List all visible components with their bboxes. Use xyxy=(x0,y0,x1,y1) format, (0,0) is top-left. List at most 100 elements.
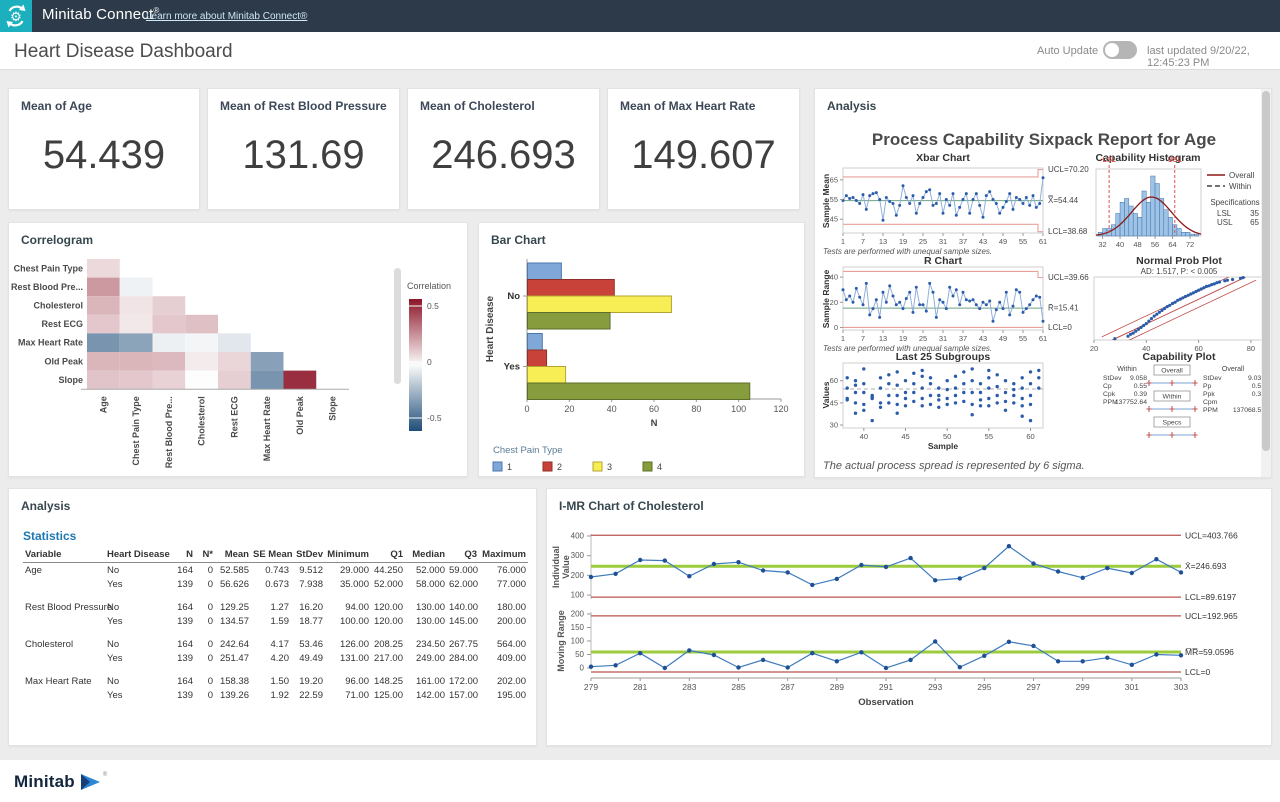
last25-point xyxy=(954,394,957,397)
last25-point xyxy=(929,382,932,385)
imr-i-point xyxy=(1130,571,1134,575)
imr-mr-point xyxy=(1105,656,1109,660)
corr-row-label: Rest Blood Pre... xyxy=(11,282,83,292)
auto-update-label: Auto Update xyxy=(1037,45,1098,57)
stats-cell: No xyxy=(105,674,171,688)
imr-x-tick: 287 xyxy=(781,682,795,692)
last25-point xyxy=(904,379,907,382)
xbar-point xyxy=(892,202,895,205)
last25-point xyxy=(871,419,874,422)
hist-bar xyxy=(1155,184,1159,237)
stats-cell: 96.00 xyxy=(325,674,371,688)
bar xyxy=(528,280,615,297)
kpi-card-mean-chol: Mean of Cholesterol 246.693 xyxy=(407,88,600,210)
stats-cell: 251.47 xyxy=(215,651,251,665)
rchart-point xyxy=(845,298,848,301)
last25-point xyxy=(946,388,949,391)
bar-x-label: N xyxy=(651,418,658,429)
legend-swatch xyxy=(643,462,652,471)
last25-point xyxy=(896,412,899,415)
auto-update-toggle[interactable] xyxy=(1103,41,1137,59)
imr-mr-lcl-label: LCL=0 xyxy=(1185,667,1211,677)
stats-cell: 58.000 xyxy=(405,577,447,591)
last25-point xyxy=(1029,370,1032,373)
hist-legend-within: Within xyxy=(1229,182,1251,191)
stats-cell: 164 xyxy=(171,600,195,614)
analysis-sixpack-panel: Analysis Process Capability Sixpack Repo… xyxy=(814,88,1272,478)
rchart-point xyxy=(918,303,921,306)
prob-x-tick: 20 xyxy=(1090,344,1098,353)
imr-i-point xyxy=(859,563,863,567)
panel-scrollbar-thumb[interactable] xyxy=(1262,91,1270,451)
prob-point xyxy=(1150,317,1153,320)
corr-cell xyxy=(87,259,120,278)
rchart-point xyxy=(905,297,908,300)
table-spacer xyxy=(23,591,528,600)
last25-point xyxy=(862,382,865,385)
xbar-x-tick: 61 xyxy=(1039,237,1047,246)
rchart-point xyxy=(962,291,965,294)
correlogram-scrollbar-thumb[interactable] xyxy=(394,268,401,384)
learn-more-link[interactable]: Learn more about Minitab Connect® xyxy=(146,11,307,22)
imr-mr-point xyxy=(638,651,642,655)
rchart-lcl-label: LCL=0 xyxy=(1048,323,1072,332)
stats-cell: 267.75 xyxy=(447,637,479,651)
stats-cell: Yes xyxy=(105,577,171,591)
xbar-x-tick: 37 xyxy=(959,237,967,246)
last25-point xyxy=(896,394,899,397)
sixpack-report-chart: Process Capability Sixpack Report for Ag… xyxy=(815,89,1271,477)
xbar-point xyxy=(908,202,911,205)
table-row: Yes1390134.571.5918.77100.00120.00130.00… xyxy=(23,614,528,628)
stats-cell: 94.00 xyxy=(325,600,371,614)
imr-i-point xyxy=(908,556,912,560)
last25-point xyxy=(854,401,857,404)
stats-cell: 130.00 xyxy=(405,614,447,628)
rchart-point xyxy=(915,286,918,289)
last25-point xyxy=(987,386,990,389)
last25-point xyxy=(937,394,940,397)
xbar-point xyxy=(1015,196,1018,199)
corr-cell xyxy=(120,352,153,371)
stats-header-cell: StDev xyxy=(291,547,325,563)
toggle-knob xyxy=(1105,43,1119,57)
stats-cell: Cholesterol xyxy=(23,637,105,651)
xbar-point xyxy=(1028,204,1031,207)
imr-mr-point xyxy=(1154,652,1158,656)
capplot-stat-label: Cpm xyxy=(1203,399,1218,406)
imr-x-tick: 289 xyxy=(830,682,844,692)
imr-i-point xyxy=(613,572,617,576)
stats-cell: 7.938 xyxy=(291,577,325,591)
last25-point xyxy=(987,404,990,407)
imr-mr-center-label: M̅R̅=59.0596 xyxy=(1185,647,1234,657)
corr-cell xyxy=(87,296,120,315)
hist-spec-label: LSL xyxy=(1217,209,1232,218)
imr-mr-point xyxy=(786,665,790,669)
rchart-point xyxy=(858,296,861,299)
stats-cell: 52.000 xyxy=(405,563,447,578)
hist-x-tick: 40 xyxy=(1116,240,1124,249)
corr-row-label: Cholesterol xyxy=(33,301,83,311)
stats-cell: 0.743 xyxy=(251,563,291,578)
stats-cell: 0.673 xyxy=(251,577,291,591)
xbar-point xyxy=(882,219,885,222)
stats-cell: 125.00 xyxy=(371,688,405,702)
xbar-point xyxy=(982,216,985,219)
rchart-point xyxy=(852,301,855,304)
imr-mr-ucl-label: UCL=192.965 xyxy=(1185,611,1238,621)
xbar-point xyxy=(935,202,938,205)
imr-i-point xyxy=(712,562,716,566)
last25-point xyxy=(862,391,865,394)
stats-cell: 4.17 xyxy=(251,637,291,651)
stats-cell: Yes xyxy=(105,614,171,628)
imr-i-point xyxy=(1031,561,1035,565)
hist-bar xyxy=(1138,217,1142,236)
xbar-point xyxy=(888,200,891,203)
kpi-label: Mean of Age xyxy=(21,99,92,113)
stats-header-cell: SE Mean xyxy=(251,547,291,563)
stats-header-cell: Q1 xyxy=(371,547,405,563)
xbar-x-tick: 49 xyxy=(999,237,1007,246)
stats-cell: 126.00 xyxy=(325,637,371,651)
xbar-point xyxy=(845,194,848,197)
corr-col-label: Max Heart Rate xyxy=(262,396,272,461)
sync-gear-icon: ⚙ xyxy=(0,0,32,32)
